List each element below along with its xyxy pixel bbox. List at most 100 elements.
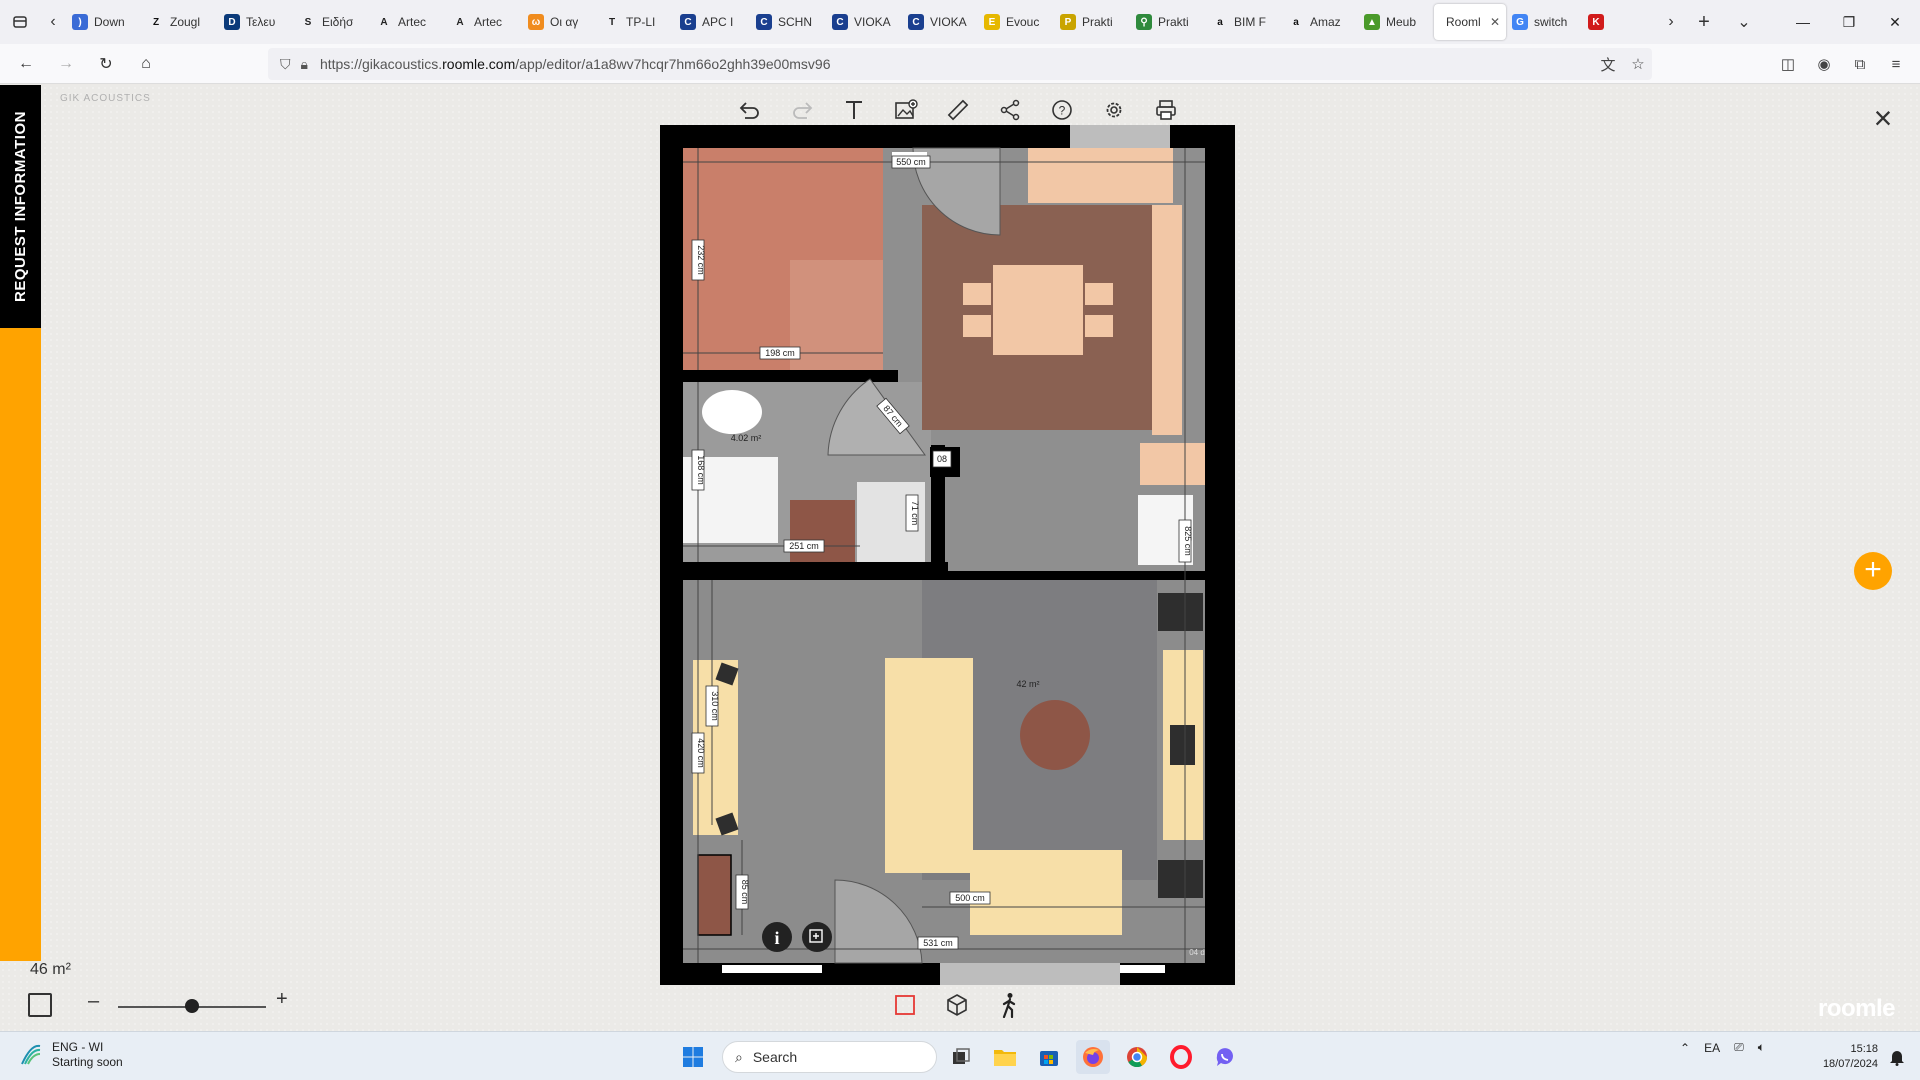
start-button[interactable]: [676, 1040, 710, 1074]
account-icon[interactable]: ◉: [1808, 48, 1840, 80]
share-icon[interactable]: [990, 95, 1030, 125]
weather-widget[interactable]: ENG - WI Starting soon: [18, 1040, 123, 1070]
tab[interactable]: C SCHN: [750, 4, 826, 40]
bookshelf[interactable]: [697, 854, 732, 936]
close-window-button[interactable]: ✕: [1872, 0, 1918, 44]
reload-button[interactable]: ↻: [88, 46, 124, 82]
measure-icon[interactable]: [938, 95, 978, 125]
task-view-icon[interactable]: [944, 1040, 978, 1074]
scroll-tabs-right-icon[interactable]: ›: [1658, 0, 1684, 44]
fit-to-screen-button[interactable]: [28, 993, 52, 1017]
armchair-set[interactable]: [970, 850, 1122, 935]
firefox-icon[interactable]: [1076, 1040, 1110, 1074]
dining-chair[interactable]: [963, 315, 991, 337]
scroll-tabs-left-icon[interactable]: ‹: [40, 0, 66, 44]
tray-chevron-icon[interactable]: ⌃: [1680, 1041, 1690, 1055]
dining-chair[interactable]: [1085, 283, 1113, 305]
file-explorer-icon[interactable]: [988, 1040, 1022, 1074]
bathtub[interactable]: [702, 390, 762, 434]
tv[interactable]: [1170, 725, 1195, 765]
add-layer-button[interactable]: [802, 922, 832, 952]
print-icon[interactable]: [1146, 95, 1186, 125]
evouc-icon: E: [984, 14, 1000, 30]
tab-active[interactable]: Rooml ✕: [1434, 4, 1506, 40]
round-rug[interactable]: [1020, 700, 1090, 770]
tab[interactable]: a BIM F: [1206, 4, 1282, 40]
restore-button[interactable]: ❐: [1826, 0, 1872, 44]
kitchen-counter-right[interactable]: [1152, 205, 1182, 435]
extensions-icon[interactable]: ⧉: [1844, 48, 1876, 80]
home-button[interactable]: ⌂: [128, 46, 164, 82]
add-image-icon[interactable]: [886, 95, 926, 125]
zoom-out-button[interactable]: –: [88, 990, 99, 1013]
zoom-in-button[interactable]: +: [276, 988, 288, 1011]
tab[interactable]: Z Zougl: [142, 4, 218, 40]
tab[interactable]: A Artec: [370, 4, 446, 40]
minimize-button[interactable]: —: [1780, 0, 1826, 44]
tab[interactable]: C APC I: [674, 4, 750, 40]
cabinet[interactable]: [790, 500, 855, 562]
pocket-icon[interactable]: ◫: [1772, 48, 1804, 80]
settings-icon[interactable]: [1094, 95, 1134, 125]
clock[interactable]: 15:18 18/07/2024: [1812, 1042, 1878, 1072]
redo-icon[interactable]: [782, 95, 822, 125]
chrome-icon[interactable]: [1120, 1040, 1154, 1074]
speaker[interactable]: [1158, 593, 1203, 631]
tab[interactable]: P Prakti: [1054, 4, 1130, 40]
back-button[interactable]: ←: [8, 46, 44, 82]
dining-chair[interactable]: [1085, 315, 1113, 337]
tab[interactable]: A Artec: [446, 4, 522, 40]
tab[interactable]: D Τελευ: [218, 4, 294, 40]
info-button[interactable]: i: [762, 922, 792, 952]
zoom-slider-thumb[interactable]: [185, 999, 199, 1013]
tab[interactable]: C VIOKA: [902, 4, 978, 40]
2d-view-icon[interactable]: [890, 990, 920, 1020]
dining-table[interactable]: [993, 265, 1083, 355]
help-icon[interactable]: ?: [1042, 95, 1082, 125]
tab[interactable]: E Evouc: [978, 4, 1054, 40]
tab[interactable]: T TP-LI: [598, 4, 674, 40]
network-icon[interactable]: ⎚: [1734, 1040, 1744, 1055]
menu-icon[interactable]: ≡: [1880, 48, 1912, 80]
close-tab-icon[interactable]: ✕: [1490, 15, 1500, 29]
kitchen-counter-top[interactable]: [1028, 148, 1173, 203]
dining-chair[interactable]: [963, 283, 991, 305]
bookmark-star-icon[interactable]: ☆: [1622, 48, 1654, 80]
translate-icon[interactable]: 文: [1592, 48, 1624, 80]
tab-overflow-chevron-icon[interactable]: ⌄: [1724, 0, 1764, 44]
tab-list-icon[interactable]: [0, 0, 40, 44]
new-tab-button[interactable]: +: [1684, 0, 1724, 44]
tab[interactable]: C VIOKA: [826, 4, 902, 40]
tab[interactable]: ω Οι αγ: [522, 4, 598, 40]
add-item-button[interactable]: +: [1854, 552, 1892, 590]
close-editor-icon[interactable]: ×: [1868, 102, 1898, 135]
tab[interactable]: K: [1582, 4, 1658, 40]
walkthrough-icon[interactable]: [994, 990, 1024, 1020]
viber-icon[interactable]: [1208, 1040, 1242, 1074]
tab[interactable]: Gswitch: [1506, 4, 1582, 40]
opera-icon[interactable]: [1164, 1040, 1198, 1074]
text-icon[interactable]: [834, 95, 874, 125]
tab[interactable]: ▲ Meub: [1358, 4, 1434, 40]
request-info-strip[interactable]: REQUEST INFORMATION: [0, 85, 41, 961]
tab-label: Οι αγ: [550, 15, 579, 29]
store-icon[interactable]: [1032, 1040, 1066, 1074]
language-indicator[interactable]: EA: [1704, 1041, 1720, 1055]
tab[interactable]: a Amaz: [1282, 4, 1358, 40]
tab-label: Rooml: [1446, 15, 1481, 29]
speaker[interactable]: [1158, 860, 1203, 898]
undo-icon[interactable]: [730, 95, 770, 125]
3d-view-icon[interactable]: [942, 990, 972, 1020]
request-info-tab[interactable]: REQUEST INFORMATION: [0, 85, 41, 328]
floor-plan[interactable]: 550 cm 232 cm 198 cm 87 cm 4.02 m² 168 c…: [660, 125, 1235, 985]
address-bar[interactable]: ⛉ 🔒︎ https://gikacoustics.roomle.com/app…: [268, 48, 1652, 80]
tab[interactable]: ) Down: [66, 4, 142, 40]
tab[interactable]: S Ειδήσ: [294, 4, 370, 40]
kitchen-island[interactable]: [1140, 443, 1205, 485]
tab[interactable]: ⚲ Prakti: [1130, 4, 1206, 40]
forward-button[interactable]: →: [48, 46, 84, 82]
sofa[interactable]: [885, 658, 973, 873]
volume-icon[interactable]: 🔈︎: [1758, 1040, 1765, 1055]
taskbar-search[interactable]: ⌕ Search: [722, 1041, 937, 1073]
notification-bell-icon[interactable]: [1882, 1040, 1912, 1074]
